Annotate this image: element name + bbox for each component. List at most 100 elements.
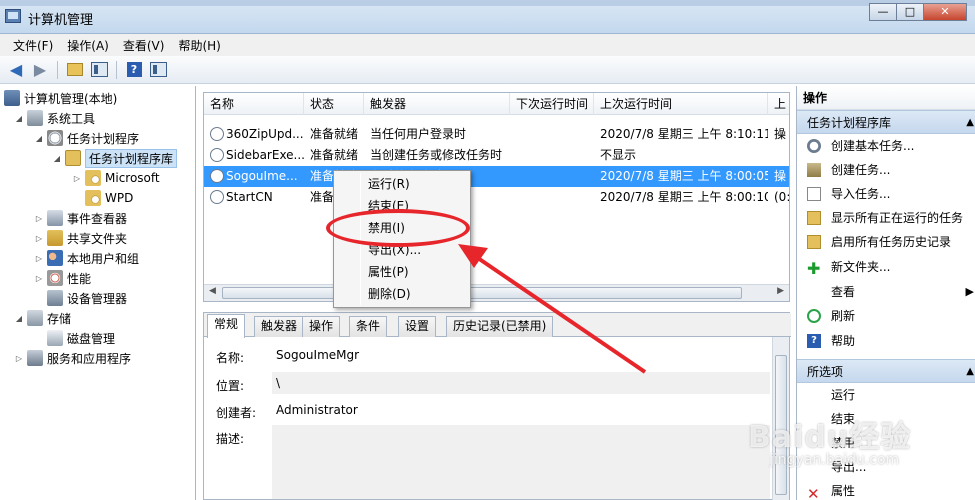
- show-hide-tree-button[interactable]: [89, 60, 109, 80]
- chevron-up-icon[interactable]: ▲: [966, 111, 974, 135]
- forward-button[interactable]: ▶: [30, 60, 50, 80]
- column-header-status[interactable]: 状态: [304, 93, 364, 115]
- expand-arrow-icon[interactable]: ▷: [34, 234, 44, 243]
- menu-help[interactable]: 帮助(H): [171, 37, 227, 54]
- scroll-left-icon[interactable]: ◀: [209, 286, 216, 296]
- action-enable-history[interactable]: 启用所有任务历史记录: [797, 230, 975, 254]
- action-view[interactable]: 查看 ▶: [797, 280, 975, 304]
- description-value[interactable]: [272, 425, 770, 499]
- tab-general[interactable]: 常规: [207, 314, 246, 338]
- location-label: 位置:: [216, 379, 245, 393]
- tab-settings[interactable]: 设置: [398, 316, 437, 337]
- tab-actions[interactable]: 操作: [302, 316, 341, 337]
- action-create-task[interactable]: 创建任务...: [797, 158, 975, 182]
- name-label: 名称:: [216, 351, 245, 365]
- tree-item-storage[interactable]: ◢ 存储: [14, 308, 71, 328]
- menu-action[interactable]: 操作(A): [60, 37, 116, 54]
- menu-view[interactable]: 查看(V): [116, 37, 172, 54]
- task-last-result: (0:: [774, 190, 790, 204]
- expand-arrow-icon[interactable]: ▷: [72, 174, 82, 183]
- chevron-up-icon[interactable]: ▲: [966, 360, 974, 384]
- action-run[interactable]: 运行: [797, 383, 975, 407]
- toolbar-separator: [57, 60, 58, 79]
- actions-title: 操作: [797, 86, 975, 110]
- tab-triggers[interactable]: 触发器: [254, 316, 305, 337]
- tree-item-disk-management[interactable]: 磁盘管理: [34, 328, 115, 348]
- tree-item-microsoft[interactable]: ▷ Microsoft: [72, 168, 160, 188]
- tree-item-label: 设备管理器: [67, 291, 128, 306]
- expand-arrow-icon[interactable]: ▷: [14, 354, 24, 363]
- name-value[interactable]: SogouImeMgr: [272, 344, 359, 366]
- section-label: 任务计划程序库: [807, 116, 892, 130]
- tree-item-task-scheduler[interactable]: ◢ 任务计划程序: [34, 128, 139, 148]
- tree-item-local-users[interactable]: ▷ 本地用户和组: [34, 248, 139, 268]
- action-new-folder[interactable]: ✚ 新文件夹...: [797, 255, 975, 279]
- clock-icon: [807, 139, 821, 153]
- performance-icon: [47, 270, 63, 286]
- table-row[interactable]: StartCN 准备就绪 2020/7/8 星期三 上午 8:00:10 (0:: [204, 187, 790, 208]
- tab-conditions[interactable]: 条件: [349, 316, 388, 337]
- action-label: 启用所有任务历史记录: [831, 235, 952, 249]
- scroll-right-icon[interactable]: ▶: [777, 286, 784, 296]
- author-value[interactable]: Administrator: [272, 399, 358, 421]
- help-button[interactable]: ?: [124, 60, 144, 80]
- run-icon: [807, 388, 821, 402]
- action-help[interactable]: ? 帮助: [797, 329, 975, 353]
- table-row-selected[interactable]: SogouIme... 准备就绪 在系统启动时 2020/7/8 星期三 上午 …: [204, 166, 789, 187]
- action-create-basic-task[interactable]: 创建基本任务...: [797, 134, 975, 158]
- actions-section-selected[interactable]: 所选项 ▲: [797, 359, 975, 383]
- column-header-trigger[interactable]: 触发器: [364, 93, 510, 115]
- action-properties[interactable]: ✕ 属性: [797, 479, 975, 500]
- title-bar: 计算机管理 — □ ✕: [0, 0, 975, 34]
- column-header-last-run[interactable]: 上次运行时间: [594, 93, 768, 115]
- task-name: SidebarExe...: [226, 148, 304, 162]
- collapse-arrow-icon[interactable]: ◢: [52, 154, 62, 163]
- back-button[interactable]: ◀: [6, 60, 26, 80]
- tree-item-wpd[interactable]: WPD: [72, 188, 133, 208]
- action-import-task[interactable]: 导入任务...: [797, 182, 975, 206]
- close-button[interactable]: ✕: [923, 3, 967, 21]
- minimize-button[interactable]: —: [869, 3, 897, 21]
- action-refresh[interactable]: 刷新: [797, 304, 975, 328]
- action-label: 创建基本任务...: [831, 139, 915, 153]
- table-row[interactable]: SidebarExe... 准备就绪 当创建任务或修改任务时 不显示: [204, 145, 789, 166]
- task-last-run: 2020/7/8 星期三 上午 8:10:11: [600, 127, 768, 141]
- collapse-arrow-icon[interactable]: ◢: [14, 314, 24, 323]
- column-header-last-result[interactable]: 上: [768, 93, 789, 115]
- services-icon: [27, 350, 43, 366]
- action-show-running-tasks[interactable]: 显示所有正在运行的任务: [797, 206, 975, 230]
- action-label: 刷新: [831, 309, 856, 323]
- disk-icon: [47, 330, 63, 346]
- tree-item-shared-folders[interactable]: ▷ 共享文件夹: [34, 228, 127, 248]
- tree-item-label: 磁盘管理: [67, 331, 116, 346]
- action-label: 显示所有正在运行的任务: [831, 211, 964, 225]
- context-menu-run[interactable]: 运行(R): [336, 173, 468, 195]
- tree-item-services-applications[interactable]: ▷ 服务和应用程序: [14, 348, 131, 368]
- task-next-run: [510, 166, 594, 187]
- collapse-arrow-icon[interactable]: ◢: [14, 114, 24, 123]
- actions-section-library[interactable]: 任务计划程序库 ▲: [797, 110, 975, 134]
- column-header-next-run[interactable]: 下次运行时间: [510, 93, 594, 115]
- action-label: 创建任务...: [831, 163, 891, 177]
- menu-file[interactable]: 文件(F): [6, 37, 60, 54]
- collapse-arrow-icon[interactable]: ◢: [34, 134, 44, 143]
- tree-item-task-scheduler-library[interactable]: ◢ 任务计划程序库: [52, 148, 178, 168]
- expand-arrow-icon[interactable]: ▷: [34, 254, 44, 263]
- up-folder-button[interactable]: [65, 60, 85, 80]
- tree-item-device-manager[interactable]: 设备管理器: [34, 288, 127, 308]
- new-folder-icon: ✚: [807, 259, 821, 278]
- tree-item-computer-management[interactable]: 计算机管理(本地): [4, 88, 117, 108]
- show-hide-action-pane-button[interactable]: [148, 60, 168, 80]
- context-menu-properties[interactable]: 属性(P): [336, 261, 468, 283]
- expand-arrow-icon[interactable]: ▷: [34, 274, 44, 283]
- context-menu-delete[interactable]: 删除(D): [336, 283, 468, 305]
- tree-item-system-tools[interactable]: ◢ 系统工具: [14, 108, 95, 128]
- tree-item-performance[interactable]: ▷ 性能: [34, 268, 91, 288]
- maximize-button[interactable]: □: [896, 3, 924, 21]
- table-row[interactable]: 360ZipUpd... 准备就绪 当任何用户登录时 2020/7/8 星期三 …: [204, 124, 789, 145]
- expand-arrow-icon[interactable]: ▷: [34, 214, 44, 223]
- folder-up-icon: [67, 63, 83, 76]
- column-header-name[interactable]: 名称: [204, 93, 304, 115]
- task-last-result: [768, 145, 789, 166]
- tree-item-event-viewer[interactable]: ▷ 事件查看器: [34, 208, 127, 228]
